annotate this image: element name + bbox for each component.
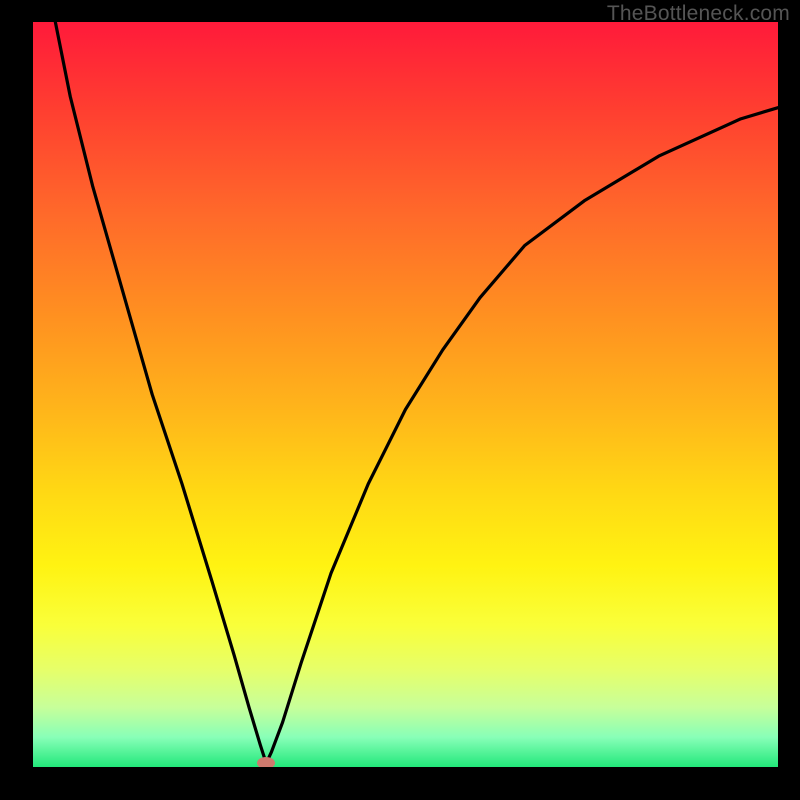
plot-area: [33, 22, 778, 767]
chart-container: TheBottleneck.com: [0, 0, 800, 800]
curve-svg: [33, 22, 778, 767]
bottleneck-curve-line: [55, 22, 778, 763]
watermark-text: TheBottleneck.com: [607, 2, 790, 26]
min-marker: [257, 757, 275, 767]
